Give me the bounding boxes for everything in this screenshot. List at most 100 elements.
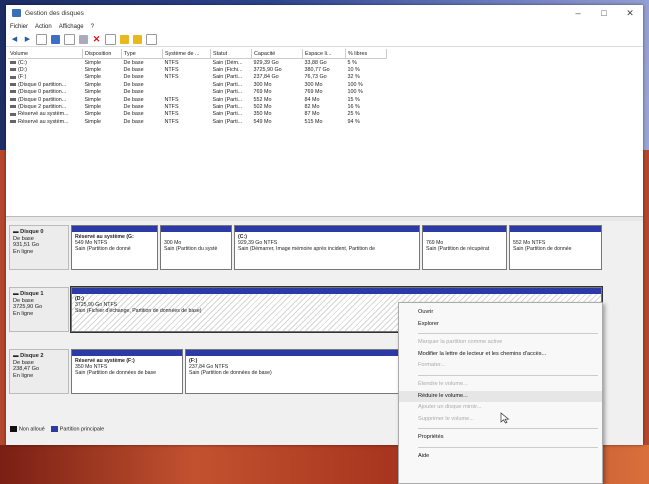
table-cell: 515 Mo: [303, 118, 346, 125]
context-menu-item[interactable]: Propriétés: [399, 432, 602, 444]
table-cell: De base: [122, 118, 163, 125]
maximize-button[interactable]: □: [591, 8, 617, 18]
table-cell: 76,73 Go: [303, 74, 346, 81]
cell-text: (Disque 0 partition...: [18, 81, 67, 88]
cell-text: 76,73 Go: [304, 74, 327, 81]
partition-title: (C:): [238, 234, 247, 240]
back-arrow-icon[interactable]: ◀: [10, 35, 19, 44]
up-pane-icon[interactable]: [36, 33, 47, 45]
cell-text: NTFS: [164, 111, 179, 118]
table-cell: De base: [122, 59, 163, 67]
partition-block[interactable]: Réservé au système (F:) 350 Mo NTFS Sain…: [71, 349, 183, 394]
table-cell: NTFS: [163, 96, 211, 103]
table-row[interactable]: (Disque 0 partition... Simple De base NTFS S…: [8, 96, 387, 103]
menu-help[interactable]: ?: [91, 24, 94, 30]
table-cell: 549 Mo: [252, 118, 303, 125]
cell-text: 3725,90 Go: [253, 67, 282, 74]
table-row[interactable]: (D:) Simple De base NTFS Sain (Fichi... 3725,…: [8, 66, 387, 73]
cell-text: (F:): [18, 74, 27, 81]
table-row[interactable]: (F:) Simple De base NTFS Sain (Parti... 237,8…: [8, 74, 387, 81]
cell-text: Simple: [84, 96, 101, 103]
minimize-button[interactable]: –: [565, 8, 591, 18]
view-icon[interactable]: [146, 33, 157, 45]
context-menu-item: Formater...: [418, 362, 446, 369]
volume-name-cell: (Disque 0 partition...: [8, 96, 83, 103]
context-menu-item: Marquer la partition comme active: [418, 339, 503, 346]
close-button[interactable]: ✕: [617, 8, 643, 19]
toolbar: ◀ ▶ ✕: [6, 32, 643, 47]
legend: Non alloué Partition principale: [10, 426, 104, 432]
cell-text: NTFS: [164, 74, 179, 81]
disk-name: Disque 1: [20, 291, 44, 297]
table-cell: Sain (Fichi...: [211, 66, 252, 73]
disk-info-0[interactable]: ▬ Disque 0 De base 931,51 Go En ligne: [9, 225, 69, 270]
partition-block[interactable]: (C:) 929,39 Go NTFS Sain (Démarrer, Imag…: [234, 225, 420, 270]
column-header[interactable]: Statut: [210, 49, 252, 59]
table-cell: 32 %: [346, 74, 387, 81]
new-document-icon[interactable]: [105, 33, 116, 45]
cell-text: De base: [123, 59, 144, 66]
partition-title: (F:): [189, 358, 198, 364]
context-menu-item[interactable]: Aide: [399, 451, 602, 463]
help-pane-icon[interactable]: [64, 33, 75, 45]
column-header[interactable]: Disposition: [82, 49, 122, 59]
volume-name-cell: (Disque 2 partition...: [8, 103, 83, 110]
partition-block[interactable]: 300 Mo Sain (Partition du systè: [160, 225, 232, 270]
table-row[interactable]: (Disque 0 partition... Simple De base Sain …: [8, 89, 387, 96]
cell-text: 300 Mo: [253, 81, 272, 88]
cell-text: 87 Mo: [304, 111, 320, 118]
table-cell: 16 %: [346, 103, 387, 110]
column-header[interactable]: Espace li...: [302, 49, 346, 59]
table-row[interactable]: (Disque 0 partition... Simple De base Sain …: [8, 81, 387, 88]
column-header[interactable]: Type: [121, 49, 163, 59]
column-header[interactable]: % libres: [345, 49, 387, 59]
partition-block[interactable]: 769 Mo Sain (Partition de récupérat: [422, 225, 507, 270]
table-cell: De base: [122, 81, 163, 88]
table-row[interactable]: Réservé au systèm... Simple De base NTFS Sai…: [8, 111, 387, 118]
table-cell: Simple: [83, 103, 122, 110]
column-header[interactable]: Volume: [8, 49, 83, 59]
table-row[interactable]: (Disque 2 partition... Simple De base NTFS S…: [8, 103, 387, 110]
partition-status: Sain (Partition de données de base: [75, 370, 157, 377]
table-cell: Sain (Parti...: [211, 111, 252, 118]
context-menu-item[interactable]: Explorer: [399, 319, 602, 331]
folder-search-icon[interactable]: [120, 34, 129, 44]
partition-block[interactable]: Réservé au système (G: 549 Mo NTFS Sain …: [71, 225, 158, 270]
column-header[interactable]: Capacité: [251, 49, 303, 59]
table-cell: De base: [122, 96, 163, 103]
folder-icon[interactable]: [133, 34, 142, 44]
forward-arrow-icon[interactable]: ▶: [23, 35, 32, 44]
table-cell: Simple: [83, 111, 122, 118]
delete-x-icon[interactable]: ✕: [92, 34, 101, 44]
volume-name-cell: (C:): [8, 59, 83, 67]
cell-text: 502 Mo: [253, 104, 272, 111]
column-header[interactable]: Système de ...: [162, 49, 211, 59]
context-menu-item[interactable]: Ouvrir: [399, 307, 602, 319]
cell-text: NTFS: [164, 59, 179, 66]
context-menu-item[interactable]: Réduire le volume...: [399, 390, 602, 403]
menu-affichage[interactable]: Affichage: [59, 24, 84, 30]
menu-separator: [418, 428, 598, 430]
disk-partitions: Réservé au système (G: 549 Mo NTFS Sain …: [71, 225, 602, 270]
disk-info-1[interactable]: ▬ Disque 1 De base 3725,90 Go En ligne: [9, 287, 69, 332]
menu-action[interactable]: Action: [35, 24, 52, 30]
table-cell: Simple: [83, 81, 122, 88]
volume-icon: [10, 60, 16, 64]
menu-separator: [418, 374, 598, 376]
cell-text: 94 %: [347, 118, 360, 125]
table-row[interactable]: (C:) Simple De base NTFS Sain (Dém... 929,39 …: [8, 59, 387, 67]
context-menu-item[interactable]: Modifier la lettre de lecteur et les che…: [399, 349, 602, 361]
partition-block[interactable]: 552 Mo NTFS Sain (Partition de donnée: [509, 225, 602, 270]
table-cell: 84 Mo: [303, 96, 346, 103]
menu-fichier[interactable]: Fichier: [10, 24, 28, 30]
cell-text: De base: [123, 81, 144, 88]
properties-icon[interactable]: [51, 34, 60, 44]
cell-text: 100 %: [347, 81, 363, 88]
table-cell: 552 Mo: [252, 96, 303, 103]
table-row[interactable]: Réservé au systèm... Simple De base NTFS Sai…: [8, 118, 387, 125]
legend-unallocated: Non alloué: [10, 426, 45, 432]
connect-icon[interactable]: [79, 34, 88, 44]
disk-info-2[interactable]: ▬ Disque 2 De base 238,47 Go En ligne: [9, 349, 69, 394]
volume-icon: [10, 105, 16, 109]
cell-text: 100 %: [347, 89, 363, 96]
